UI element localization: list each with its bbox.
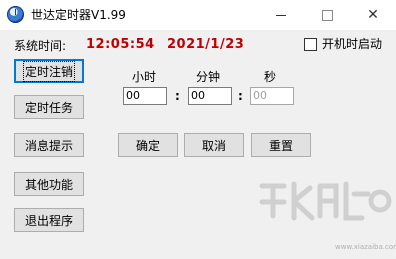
seconds-label: 秒	[264, 70, 277, 84]
confirm-label: 确定	[135, 138, 160, 153]
sidebar-item-other-functions[interactable]: 其他功能	[14, 172, 84, 196]
seconds-input[interactable]: 00	[250, 87, 294, 105]
cancel-button[interactable]: 取消	[184, 133, 244, 157]
sidebar-item-message-reminder[interactable]: 消息提示	[14, 133, 84, 157]
minimize-icon	[276, 14, 286, 16]
maximize-icon	[321, 9, 333, 21]
startup-toggle[interactable]: 开机时启动	[304, 37, 382, 51]
reset-label: 重置	[268, 138, 293, 153]
reset-button[interactable]: 重置	[251, 133, 311, 157]
startup-checkbox[interactable]	[304, 37, 317, 51]
window-title: 世达定时器V1.99	[31, 8, 126, 22]
sidebar-item-label: 退出程序	[24, 213, 73, 228]
sidebar-item-label: 定时注销	[22, 60, 76, 82]
minimize-button[interactable]	[258, 0, 304, 30]
minutes-input[interactable]: 00	[188, 87, 232, 105]
close-button[interactable]: ✕	[350, 0, 396, 30]
watermark-url: www.xiazaiba.com	[335, 243, 396, 251]
system-time-label: 系统时间:	[14, 39, 67, 53]
cancel-label: 取消	[201, 138, 226, 153]
sidebar-item-label: 定时任务	[24, 100, 73, 115]
sidebar-item-label: 其他功能	[24, 177, 73, 192]
sidebar-item-timed-logoff[interactable]: 定时注销	[14, 59, 84, 83]
startup-label: 开机时启动	[322, 37, 383, 51]
system-time-value: 12:05:54	[86, 37, 155, 52]
system-date-value: 2021/1/23	[167, 37, 245, 52]
sidebar-item-timed-task[interactable]: 定时任务	[14, 95, 84, 119]
sidebar-item-exit[interactable]: 退出程序	[14, 208, 84, 232]
title-bar: 世达定时器V1.99 ✕	[0, 0, 396, 30]
hours-label: 小时	[132, 70, 157, 84]
separator-colon: :	[175, 89, 180, 103]
separator-colon: :	[238, 89, 243, 103]
sidebar-item-label: 消息提示	[24, 138, 73, 153]
close-icon: ✕	[367, 7, 379, 23]
clock-app-icon	[7, 6, 24, 23]
site-logo-watermark	[259, 181, 392, 221]
minutes-label: 分钟	[196, 70, 221, 84]
maximize-button[interactable]	[304, 0, 350, 30]
hours-input[interactable]: 00	[123, 87, 167, 105]
confirm-button[interactable]: 确定	[118, 133, 178, 157]
